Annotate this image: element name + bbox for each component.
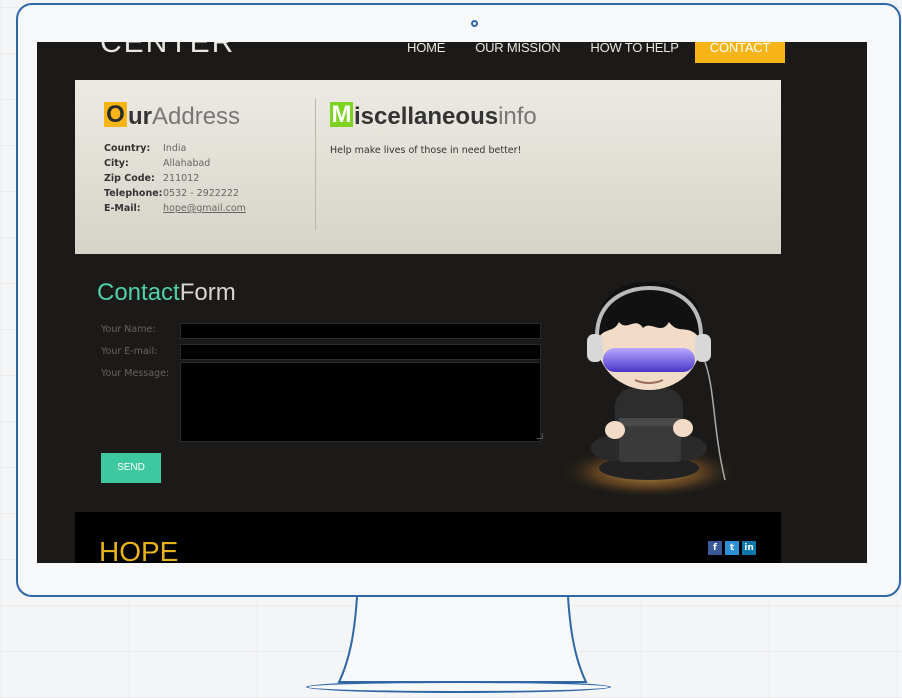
address-row: Country: India <box>104 141 314 156</box>
send-button[interactable]: SEND <box>101 453 161 483</box>
email-link[interactable]: hope@gmail.com <box>163 201 246 216</box>
address-heading: OurAddress <box>104 102 314 132</box>
monitor-stand <box>337 597 588 683</box>
misc-heading-rest: info <box>498 103 537 130</box>
resize-grip-icon[interactable] <box>537 433 543 439</box>
address-list: Country: India City: Allahabad Zip Code:… <box>104 141 314 216</box>
address-row: Zip Code: 211012 <box>104 171 314 186</box>
misc-heading: Miscellaneousinfo <box>330 102 750 132</box>
message-label: Your Message: <box>101 368 170 379</box>
address-label: Telephone: <box>104 188 163 199</box>
misc-section: Miscellaneousinfo Help make lives of tho… <box>330 102 750 156</box>
address-heading-cap: O <box>104 102 127 127</box>
address-value: India <box>163 143 187 154</box>
camera-dot <box>471 20 478 27</box>
address-row: City: Allahabad <box>104 156 314 171</box>
address-heading-bold: ur <box>128 103 152 130</box>
address-label: City: <box>104 158 129 169</box>
footer-logo[interactable]: HOPE <box>99 536 178 563</box>
main-nav: HOME OUR MISSION HOW TO HELP CONTACT <box>392 42 786 63</box>
email-input[interactable] <box>180 344 541 360</box>
contact-title-rest: Form <box>179 279 236 306</box>
address-label: Country: <box>104 143 151 154</box>
linkedin-icon[interactable]: in <box>742 541 756 555</box>
misc-heading-bold: iscellaneous <box>354 103 499 130</box>
contact-form-title: ContactForm <box>97 279 236 307</box>
email-label: Your E-mail: <box>101 346 158 357</box>
address-heading-rest: Address <box>152 103 241 130</box>
nav-contact[interactable]: CONTACT <box>694 42 786 63</box>
website-screen: CENTER HOME OUR MISSION HOW TO HELP CONT… <box>37 42 867 563</box>
address-value: Allahabad <box>163 158 211 169</box>
address-row: Telephone: 0532 - 2922222 <box>104 186 314 201</box>
nav-our-mission[interactable]: OUR MISSION <box>460 42 575 63</box>
info-panel: OurAddress Country: India City: Allahaba… <box>75 80 781 254</box>
address-section: OurAddress Country: India City: Allahaba… <box>104 102 314 216</box>
twitter-icon[interactable]: t <box>725 541 739 555</box>
facebook-icon[interactable]: f <box>708 541 722 555</box>
nav-how-to-help[interactable]: HOW TO HELP <box>575 42 693 63</box>
message-textarea[interactable] <box>180 362 541 442</box>
site-footer: HOPE f t in <box>75 512 781 563</box>
address-value: 211012 <box>163 173 200 184</box>
address-value: 0532 - 2922222 <box>163 188 239 199</box>
mascot-illustration <box>559 282 737 498</box>
site-logo[interactable]: CENTER <box>100 42 235 58</box>
misc-text: Help make lives of those in need better! <box>330 145 522 156</box>
nav-home[interactable]: HOME <box>392 42 460 63</box>
misc-heading-cap: M <box>330 101 353 128</box>
monitor-base <box>306 681 611 693</box>
name-input[interactable] <box>180 323 541 339</box>
contact-title-bold: Contact <box>97 279 180 306</box>
name-label: Your Name: <box>101 324 156 335</box>
address-row: E-Mail: hope@gmail.com <box>104 201 314 216</box>
column-divider <box>315 98 316 230</box>
address-label: E-Mail: <box>104 203 141 214</box>
address-label: Zip Code: <box>104 173 155 184</box>
